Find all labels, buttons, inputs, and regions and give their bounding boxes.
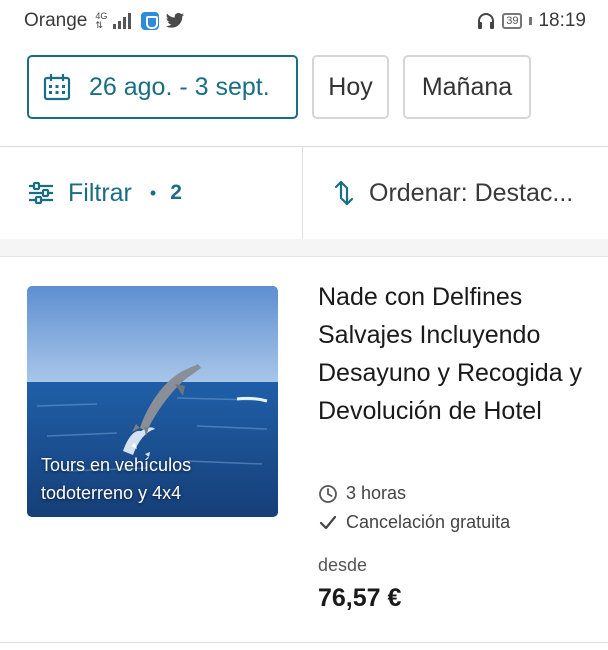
clock-time: 18:19 [538,10,586,31]
caption-line-2: todoterreno y 4x4 [41,483,182,503]
tomorrow-button[interactable]: Mañana [403,55,531,119]
signal-icon [113,13,132,29]
duration-label: 3 horas [346,483,407,503]
cancellation-row: Cancelación gratuita [318,512,510,533]
calendar-icon [43,74,71,101]
headphones-icon [478,13,495,29]
filter-label: Filtrar [68,178,132,207]
sort-arrows-icon [334,180,354,206]
filter-separator-dot: • [149,182,157,203]
activity-image[interactable]: Tours en vehículos todoterreno y 4x4 [27,286,278,517]
date-range-label: 26 ago. - 3 sept. [89,72,270,101]
twitter-icon [166,12,185,28]
activity-card[interactable]: Tours en vehículos todoterreno y 4x4 Nad… [0,258,608,643]
checkmark-icon [319,515,337,529]
status-bar: Orange 4G ⇅ 39 18:19 [0,0,608,42]
status-left: Orange 4G ⇅ [24,10,185,32]
date-range-button[interactable]: 26 ago. - 3 sept. [27,55,298,119]
battery-tip [529,17,533,25]
battery-level: 39 [506,15,519,27]
cancellation-label: Cancelación gratuita [346,512,511,532]
filter-sort-toolbar: Filtrar • 2 Ordenar: Destac... [0,147,608,239]
status-right: 39 18:19 [476,10,586,32]
battery-icon: 39 [502,13,523,29]
sort-label: Ordenar: Destac... [369,178,574,207]
filter-count-badge: 2 [170,181,182,204]
sliders-icon [29,181,53,205]
sort-button[interactable]: Ordenar: Destac... [303,147,608,239]
network-activity-label: ⇅ [95,20,103,30]
duration-row: 3 horas [318,483,406,504]
shield-app-icon [141,12,160,30]
activity-title[interactable]: Nade con Delfines Salvajes Incluyendo De… [318,278,588,430]
price-prefix: desde [318,555,368,575]
tomorrow-label: Mañana [421,72,513,101]
filter-button[interactable]: Filtrar • 2 [0,147,303,239]
caption-line-1: Tours en vehículos [41,455,192,475]
date-selector-row: 26 ago. - 3 sept. Hoy Mañana [0,42,608,146]
today-button[interactable]: Hoy [312,55,389,119]
clock-icon [319,484,337,503]
carrier-name: Orange [24,10,88,31]
today-label: Hoy [328,72,373,101]
activity-category-caption: Tours en vehículos todoterreno y 4x4 [41,451,191,507]
network-type-indicator: 4G ⇅ [95,12,107,30]
section-separator [0,239,608,257]
price-value: 76,57 € [318,584,402,612]
